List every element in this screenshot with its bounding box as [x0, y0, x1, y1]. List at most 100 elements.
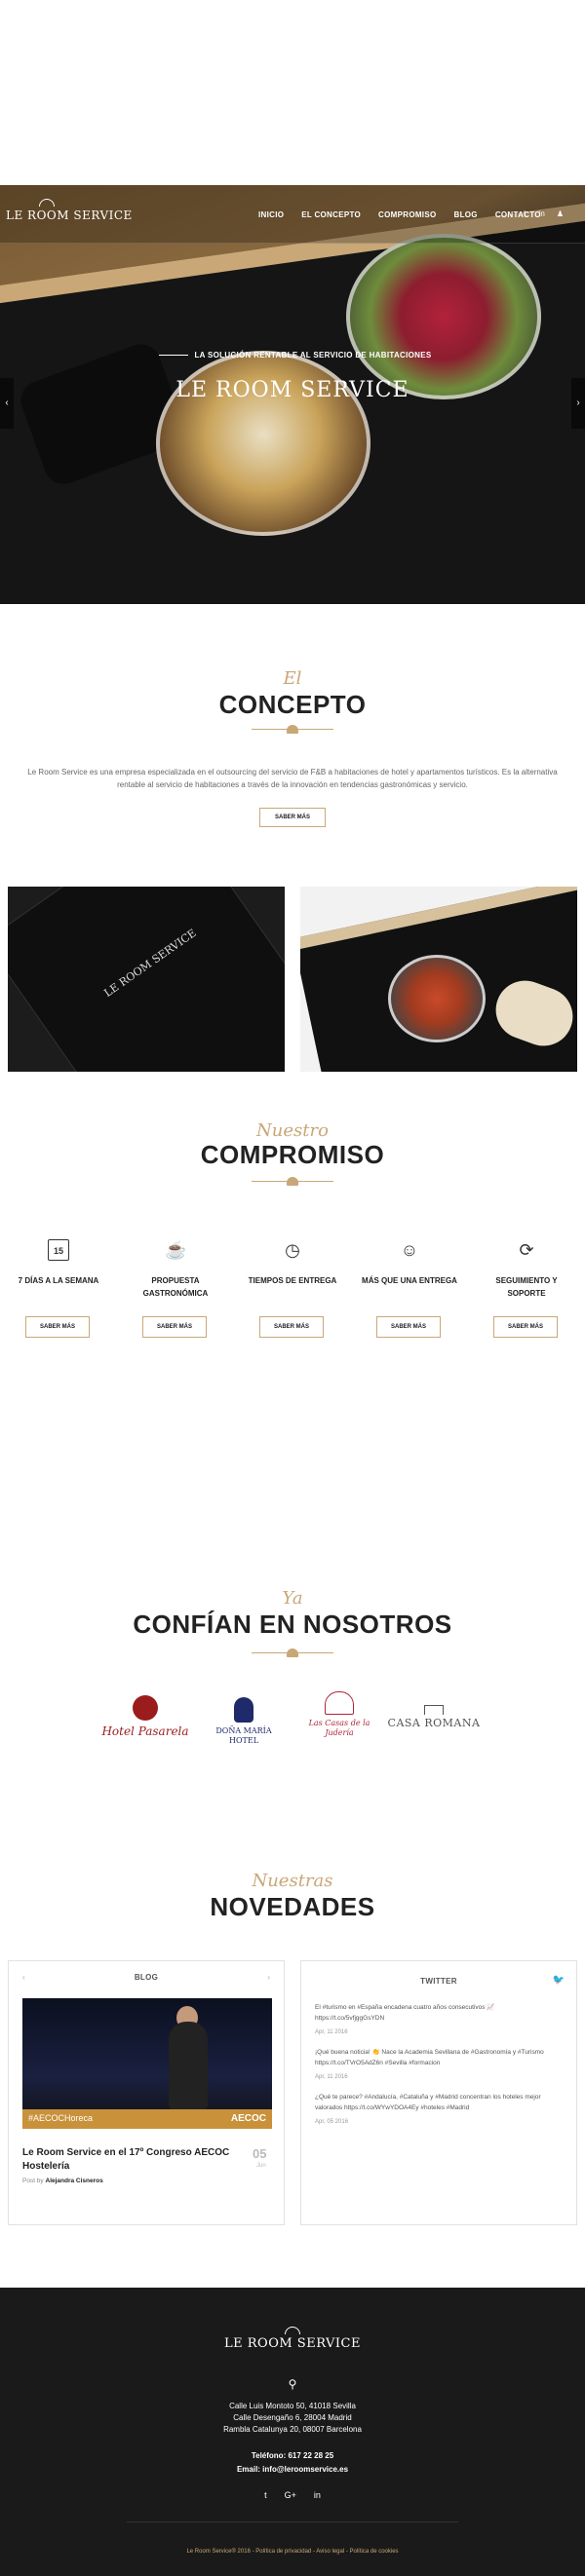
concepto-script: El: [283, 668, 302, 689]
location-pin-icon: ⚲: [288, 2377, 297, 2391]
cloche-icon: [287, 1648, 298, 1657]
main-nav: LE ROOM SERVICE INICIO EL CONCEPTO COMPR…: [0, 185, 585, 244]
feature-label: TIEMPOS DE ENTREGA: [248, 1276, 337, 1285]
site-logo[interactable]: LE ROOM SERVICE: [6, 199, 133, 222]
compromiso-script: Nuestro: [256, 1120, 329, 1141]
divider: [159, 355, 189, 357]
blog-post-image[interactable]: #AECOCHoreca AECOC: [22, 1998, 272, 2129]
tweet-date: Apr, 11 2016: [315, 2074, 348, 2080]
chevron-left-icon[interactable]: ‹: [22, 1973, 25, 1982]
user-icon[interactable]: ♟: [557, 209, 564, 218]
speaker: [169, 2022, 208, 2109]
twitter-icon[interactable]: 𝕥: [524, 209, 527, 218]
dona-maria-emblem: [234, 1697, 254, 1723]
footer-legal-links[interactable]: Le Room Service® 2016 - Política de priv…: [0, 2549, 585, 2555]
pasarela-emblem: [133, 1695, 158, 1721]
footer: LE ROOM SERVICE ⚲ Calle Luis Montoto 50,…: [0, 2288, 585, 2576]
tweet-date: Apr, 11 2016: [315, 2029, 348, 2035]
confian-title: CONFÍAN EN NOSOTROS: [133, 1610, 452, 1639]
linkedin-icon[interactable]: in: [314, 2490, 321, 2500]
google-plus-icon[interactable]: G+: [285, 2490, 296, 2500]
coffee-icon: ☕: [165, 1240, 187, 1260]
feature-seguimiento: ⟳ SEGUIMIENTO Y SOPORTE: [478, 1239, 575, 1300]
blog-post-title[interactable]: Le Room Service en el 17º Congreso AECOC…: [22, 2146, 237, 2174]
novedades-title: NOVEDADES: [210, 1892, 375, 1921]
saber-mas-button-4[interactable]: SABER MÁS: [376, 1316, 441, 1338]
slider-next-arrow[interactable]: ›: [571, 378, 585, 429]
feature-tiempos: ◷ TIEMPOS DE ENTREGA: [244, 1239, 341, 1287]
logo-text: DOÑA MARÍA HOTEL: [215, 1726, 272, 1745]
image-band: #AECOCHoreca AECOC: [22, 2109, 272, 2129]
post-author[interactable]: Alejandra Cisneros: [46, 2178, 103, 2184]
hero-title: LE ROOM SERVICE: [176, 378, 410, 402]
linkedin-icon[interactable]: in: [539, 209, 545, 218]
post-by-label: Post by: [22, 2178, 44, 2184]
footer-phone[interactable]: Teléfono: 617 22 28 25: [0, 2451, 585, 2460]
twitter-header: TWITTER: [420, 1977, 457, 1986]
logo-casas-juderia: Las Casas de la Judería: [300, 1691, 378, 1738]
tweet: ¡Qué buena noticia! 👏 Nace la Academia S…: [315, 2047, 559, 2083]
twitter-bird-icon[interactable]: 🐦: [553, 1975, 565, 1986]
menu-item-concepto[interactable]: EL CONCEPTO: [301, 210, 361, 219]
menu: INICIO EL CONCEPTO COMPROMISO BLOG CONTA…: [258, 210, 541, 219]
saber-mas-button-5[interactable]: SABER MÁS: [493, 1316, 558, 1338]
concepto-saber-mas-button[interactable]: SABER MÁS: [259, 808, 326, 827]
concepto-title: CONCEPTO: [218, 690, 367, 719]
tweet-date: Apr, 05 2016: [315, 2119, 349, 2125]
clock-icon: ◷: [285, 1240, 300, 1260]
novedades-script: Nuestras: [252, 1871, 333, 1891]
feature-7-dias: 15 7 DÍAS A LA SEMANA: [10, 1239, 107, 1287]
cloche-icon: [287, 1177, 298, 1186]
twitter-icon[interactable]: t: [264, 2490, 267, 2500]
feature-label: MÁS QUE UNA ENTREGA: [362, 1276, 457, 1285]
logo-text: CASA ROMANA: [387, 1717, 481, 1729]
confian-script: Ya: [282, 1588, 303, 1609]
feature-propuesta: ☕ PROPUESTA GASTRONÓMICA: [127, 1239, 224, 1300]
divider-ornament: [252, 725, 333, 735]
logo-hotel-pasarela: Hotel Pasarela: [92, 1695, 199, 1738]
page: LE ROOM SERVICE INICIO EL CONCEPTO COMPR…: [0, 0, 585, 2576]
footer-divider: [127, 2521, 458, 2522]
blog-post-meta: Post by Alejandra Cisneros: [22, 2178, 103, 2184]
hero-subtitle: LA SOLUCIÓN RENTABLE AL SERVICIO DE HABI…: [194, 351, 432, 360]
juderia-emblem: [325, 1691, 354, 1715]
compromiso-title: COMPROMISO: [200, 1140, 385, 1169]
saber-mas-button-1[interactable]: SABER MÁS: [25, 1316, 90, 1338]
footer-email[interactable]: Email: info@leroomservice.es: [0, 2465, 585, 2474]
footer-addresses: Calle Luis Montoto 50, 41018 Sevilla Cal…: [0, 2401, 585, 2436]
tray-photo: [300, 887, 577, 1072]
calendar-icon: 15: [48, 1239, 69, 1261]
menu-cover: [8, 887, 285, 1072]
address-madrid: Calle Desengaño 6, 28004 Madrid: [233, 2413, 352, 2422]
blog-card: BLOG ‹ › #AECOCHoreca AECOC Le Room Serv…: [8, 1960, 285, 2225]
logo-text: Hotel Pasarela: [101, 1724, 189, 1738]
feature-label: PROPUESTA GASTRONÓMICA: [142, 1276, 209, 1298]
tweet-text: El #turismo en #España encadena cuatro a…: [315, 2004, 495, 2022]
menu-item-inicio[interactable]: INICIO: [258, 210, 284, 219]
post-day: 05: [253, 2146, 267, 2161]
address-sevilla: Calle Luis Montoto 50, 41018 Sevilla: [229, 2402, 356, 2410]
cloche-icon: [285, 2327, 300, 2334]
logo-casa-romana: CASA ROMANA: [380, 1705, 488, 1729]
tweet: ¿Qué te parece? #Andalucía, #Cataluña y …: [315, 2092, 559, 2128]
divider-ornament: [252, 1648, 333, 1658]
saber-mas-button-3[interactable]: SABER MÁS: [259, 1316, 324, 1338]
logo-dona-maria: DOÑA MARÍA HOTEL: [205, 1697, 283, 1746]
slider-prev-arrow[interactable]: ‹: [0, 378, 14, 429]
logo-text: Las Casas de la Judería: [308, 1719, 370, 1737]
cloche-icon: [287, 725, 298, 734]
feature-label: 7 DÍAS A LA SEMANA: [18, 1276, 99, 1285]
social-links-top: 𝕥 in ♟: [524, 209, 564, 218]
chevron-right-icon[interactable]: ›: [267, 1973, 270, 1982]
menu-item-blog[interactable]: BLOG: [454, 210, 478, 219]
blog-header: BLOG: [134, 1973, 159, 1982]
smile-icon: ☺: [400, 1240, 419, 1260]
divider-ornament: [252, 1177, 333, 1187]
tweet-text: ¡Qué buena noticia! 👏 Nace la Academia S…: [315, 2049, 544, 2066]
aecoc-text: AECOC: [230, 2113, 266, 2124]
twitter-card: TWITTER 🐦 El #turismo en #España encaden…: [300, 1960, 577, 2225]
address-barcelona: Rambla Catalunya 20, 08007 Barcelona: [223, 2425, 362, 2434]
menu-item-compromiso[interactable]: COMPROMISO: [378, 210, 436, 219]
saber-mas-button-2[interactable]: SABER MÁS: [142, 1316, 207, 1338]
footer-logo[interactable]: LE ROOM SERVICE: [0, 2327, 585, 2351]
